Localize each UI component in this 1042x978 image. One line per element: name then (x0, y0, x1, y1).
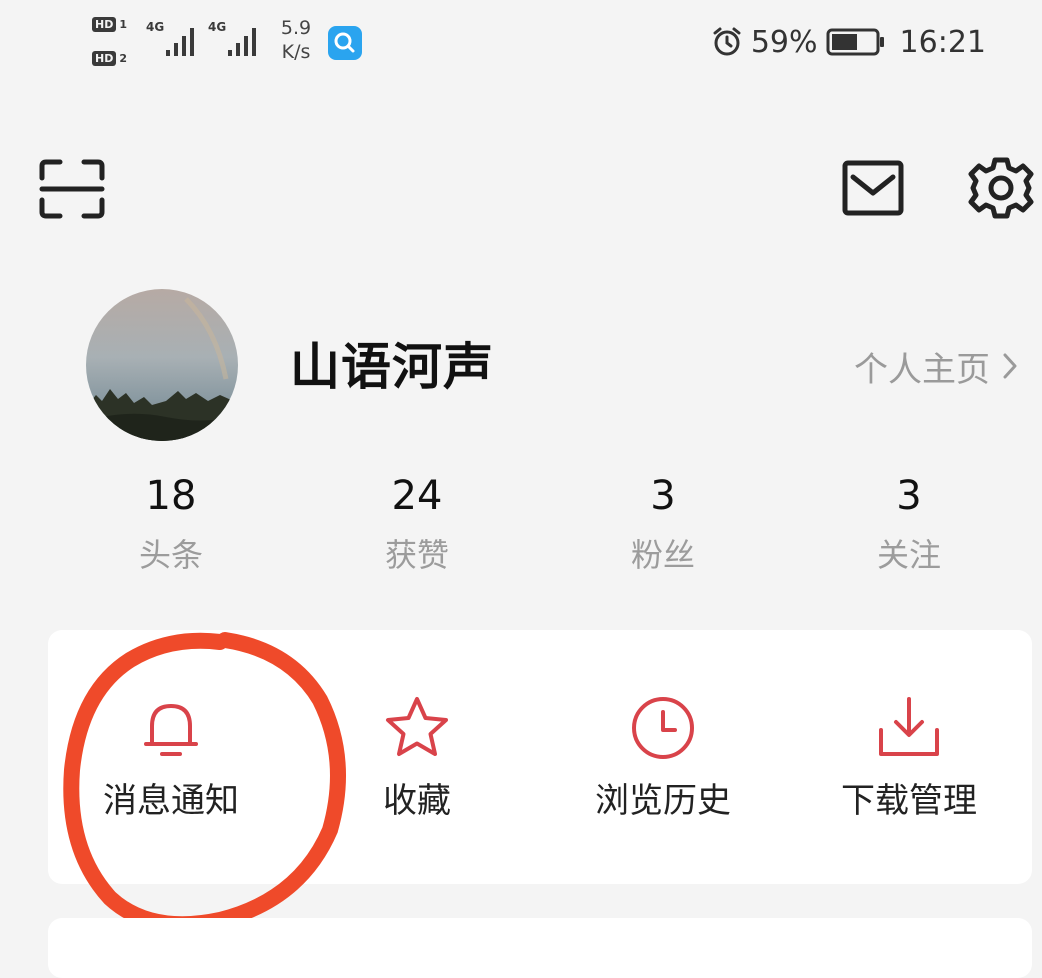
avatar[interactable] (86, 289, 238, 441)
clock-icon (632, 697, 694, 759)
profile-homepage-label: 个人主页 (854, 349, 990, 390)
chevron-right-icon (1003, 353, 1017, 379)
action-downloads[interactable]: 下载管理 (786, 630, 1032, 884)
profile-homepage-link[interactable]: 个人主页 (854, 342, 1018, 390)
sim1-hd-indicator: HD 1 (92, 16, 127, 33)
stat-value: 24 (391, 473, 443, 519)
mail-icon[interactable] (842, 160, 904, 216)
signal-bars-sim1-icon (166, 28, 194, 56)
avatar-image (86, 289, 238, 441)
action-label: 消息通知 (103, 781, 239, 821)
download-icon (879, 697, 939, 756)
settings-icon[interactable] (968, 155, 1034, 221)
bell-icon (144, 704, 198, 756)
action-history[interactable]: 浏览历史 (540, 630, 786, 884)
action-favorites[interactable]: 收藏 (294, 630, 540, 884)
sim2-number: 2 (119, 52, 127, 65)
stat-following[interactable]: 3 关注 (786, 468, 1032, 580)
network-speed: 5.9 K/s (276, 16, 316, 64)
sim-indicators: HD 1 HD 2 (92, 16, 140, 72)
stat-label: 粉丝 (630, 536, 695, 574)
stat-followers[interactable]: 3 粉丝 (540, 468, 786, 580)
network-speed-unit: K/s (281, 41, 311, 63)
star-icon (386, 697, 448, 756)
network-speed-value: 5.9 (280, 17, 312, 39)
quick-actions-card: 消息通知 收藏 浏览历史 下载管理 (48, 630, 1032, 884)
status-right: 59% 16:21 (711, 22, 986, 62)
stats-row: 18 头条 24 获赞 3 粉丝 3 关注 (48, 468, 1032, 580)
search-app-icon (328, 26, 362, 60)
action-label: 下载管理 (841, 781, 977, 821)
stat-label: 关注 (876, 536, 941, 574)
stat-value: 18 (145, 473, 197, 519)
network-type-sim1: 4G (146, 20, 165, 34)
status-bar: HD 1 HD 2 4G 4G 5.9 K/s 59% 16:21 (0, 0, 1042, 90)
action-label: 浏览历史 (595, 781, 731, 821)
battery-icon (826, 28, 884, 56)
stat-value: 3 (650, 473, 676, 519)
stat-headlines[interactable]: 18 头条 (48, 468, 294, 580)
battery-percentage: 59% (750, 24, 818, 60)
second-card (48, 918, 1032, 978)
network-type-sim2: 4G (208, 20, 227, 34)
sim1-hd-label: HD (92, 17, 117, 32)
stat-likes[interactable]: 24 获赞 (294, 468, 540, 580)
stat-label: 头条 (138, 536, 203, 574)
scan-icon[interactable] (38, 158, 106, 220)
sim1-number: 1 (119, 18, 127, 31)
username: 山语河声 (290, 338, 494, 396)
alarm-icon (713, 27, 741, 56)
stat-value: 3 (896, 473, 922, 519)
stat-label: 获赞 (384, 536, 449, 574)
action-notifications[interactable]: 消息通知 (48, 630, 294, 884)
clock: 16:21 (899, 24, 986, 60)
action-label: 收藏 (383, 781, 451, 821)
sim2-hd-indicator: HD 2 (92, 50, 127, 67)
signal-bars-sim2-icon (228, 28, 256, 56)
sim2-hd-label: HD (92, 51, 117, 66)
